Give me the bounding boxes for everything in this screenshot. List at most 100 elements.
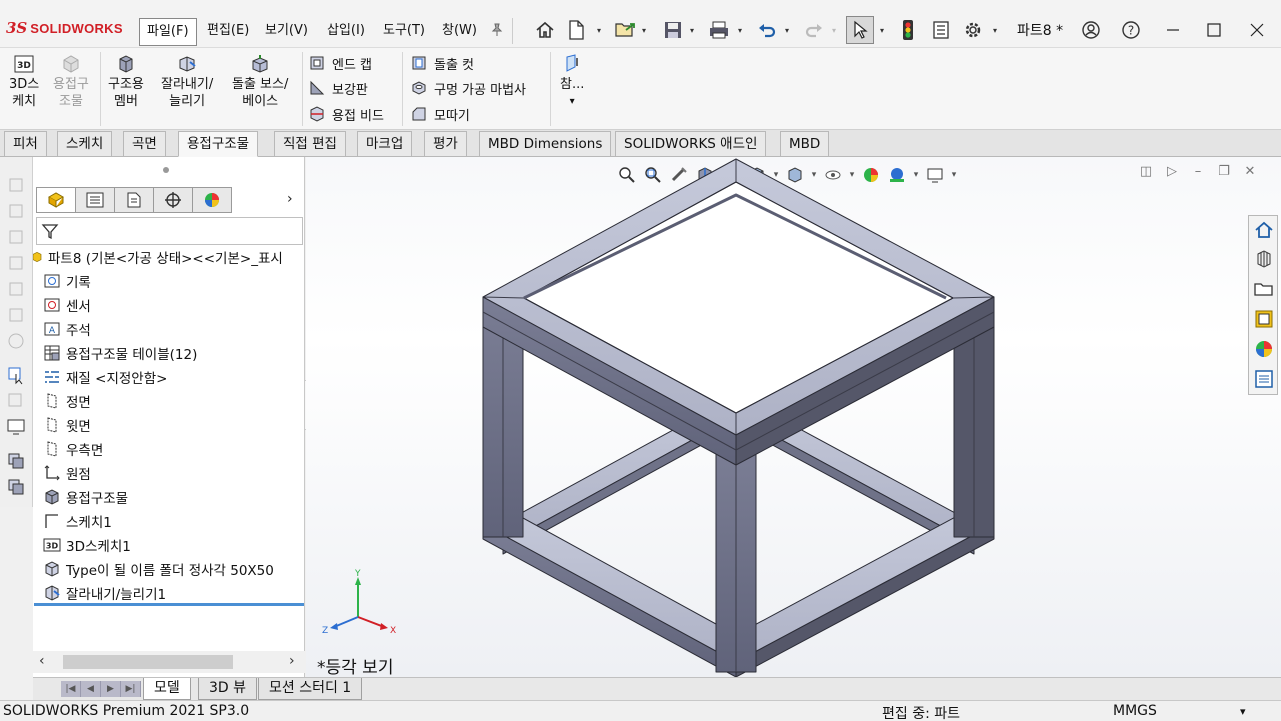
undo-icon[interactable]: [754, 16, 780, 44]
panel-grip[interactable]: [163, 167, 169, 173]
viewport-maximize-icon[interactable]: ❐: [1211, 164, 1237, 179]
edit-tool-icon[interactable]: [6, 391, 26, 411]
new-document-icon[interactable]: [563, 16, 589, 44]
tree-item[interactable]: 재질 <지정안함>: [43, 366, 167, 388]
rollback-bar[interactable]: [34, 603, 304, 606]
structural-member-button[interactable]: 구조용 멤버: [108, 54, 144, 110]
maximize-button[interactable]: [1199, 16, 1229, 44]
tab-solidworks-addins[interactable]: SOLIDWORKS 애드인: [615, 131, 767, 157]
viewport-restore-icon[interactable]: ◫: [1133, 164, 1159, 179]
tree-root-part[interactable]: 파트8 (기본<가공 상태><<기본>_표시: [33, 246, 283, 268]
copy-pattern-icon[interactable]: [6, 477, 26, 497]
last-tab-icon[interactable]: ▶|: [121, 681, 141, 697]
horizontal-scrollbar[interactable]: ‹ ›: [33, 651, 305, 673]
tree-item[interactable]: 3D 3D스케치1: [43, 534, 131, 556]
tree-item[interactable]: A 주석: [43, 318, 91, 340]
tree-item[interactable]: 용접구조물 테이블(12): [43, 342, 197, 364]
next-tab-icon[interactable]: ▶: [101, 681, 121, 697]
help-icon[interactable]: ?: [1118, 16, 1144, 44]
component-icon[interactable]: [6, 279, 26, 299]
options-icon[interactable]: [960, 16, 986, 44]
dimxpert-manager-tab[interactable]: [153, 187, 193, 213]
home-icon[interactable]: [532, 16, 558, 44]
chevron-up-icon[interactable]: ▾: [1240, 705, 1246, 718]
tab-model[interactable]: 모델: [143, 678, 191, 700]
chamfer-button[interactable]: 모따기: [410, 103, 470, 125]
tree-item[interactable]: Type이 될 이름 폴더 정사각 50X50: [43, 558, 274, 580]
tree-item[interactable]: 잘라내기/늘리기1: [43, 582, 166, 604]
tree-item[interactable]: 용접구조물: [43, 486, 128, 508]
property-manager-tab[interactable]: [75, 187, 115, 213]
custom-properties-icon[interactable]: [1253, 368, 1275, 390]
display-icon[interactable]: [6, 417, 26, 437]
chevron-down-icon[interactable]: ▾: [880, 26, 888, 35]
save-icon[interactable]: [660, 16, 686, 44]
tab-sketch[interactable]: 스케치: [57, 131, 113, 157]
chevron-down-icon[interactable]: ▾: [597, 26, 605, 35]
tab-motion-study[interactable]: 모션 스터디 1: [258, 678, 363, 700]
tab-3d-view[interactable]: 3D 뷰: [198, 678, 258, 700]
select-tool-icon[interactable]: [6, 365, 26, 385]
3d-sketch-button[interactable]: 3D 3D스 케치: [9, 54, 39, 110]
tab-mbd-dimensions[interactable]: MBD Dimensions: [479, 131, 612, 157]
tab-surfaces[interactable]: 곡면: [123, 131, 166, 157]
tab-direct-editing[interactable]: 직접 편집: [274, 131, 346, 157]
tree-item[interactable]: 스케치1: [43, 510, 112, 532]
unit-system[interactable]: MMGS: [1113, 703, 1157, 719]
minimize-button[interactable]: [1158, 16, 1188, 44]
chevron-down-icon[interactable]: ▾: [738, 26, 746, 35]
end-cap-button[interactable]: 엔드 캡: [308, 52, 372, 74]
chevron-down-icon[interactable]: ▾: [785, 26, 793, 35]
appearances-scenes-icon[interactable]: [1253, 338, 1275, 360]
rebuild-icon[interactable]: [895, 16, 921, 44]
tab-evaluate[interactable]: 평가: [424, 131, 467, 157]
gusset-button[interactable]: 보강판: [308, 77, 368, 99]
graphics-area[interactable]: ▾ ▾ ▾ ▾ ▾ ◫ ▷ – ❐ ✕ Y X Z *등각 보기: [306, 157, 1281, 677]
extruded-boss-button[interactable]: 돌출 보스/ 베이스: [232, 54, 288, 110]
view-palette-icon[interactable]: [1253, 308, 1275, 330]
tree-item[interactable]: 우측면: [43, 438, 103, 460]
menu-view[interactable]: 보기(V): [258, 18, 315, 46]
feature-manager-tab[interactable]: [36, 187, 76, 213]
design-library-icon[interactable]: [1253, 248, 1275, 270]
tree-item[interactable]: 원점: [43, 462, 91, 484]
viewport-next-icon[interactable]: ▷: [1159, 164, 1185, 179]
component-icon[interactable]: [6, 227, 26, 247]
chevron-right-icon[interactable]: ›: [287, 191, 293, 207]
viewport-close-icon[interactable]: ✕: [1237, 164, 1263, 179]
file-explorer-icon[interactable]: [1253, 278, 1275, 300]
menu-insert[interactable]: 삽입(I): [320, 18, 372, 46]
copy-icon[interactable]: [6, 175, 26, 195]
tab-weldments[interactable]: 용접구조물: [178, 131, 259, 157]
tree-item[interactable]: 정면: [43, 390, 91, 412]
tree-item[interactable]: 기록: [43, 270, 91, 292]
app-logo[interactable]: 3S SOLIDWORKS: [6, 18, 123, 38]
tab-mbd[interactable]: MBD: [780, 131, 830, 157]
tab-features[interactable]: 피처: [4, 131, 47, 157]
file-properties-icon[interactable]: [928, 16, 954, 44]
chevron-left-icon[interactable]: ‹: [39, 653, 45, 669]
component-icon[interactable]: [6, 305, 26, 325]
reference-geometry-button[interactable]: 참... ▾: [560, 54, 584, 110]
tree-item[interactable]: 센서: [43, 294, 91, 316]
display-manager-tab[interactable]: [192, 187, 232, 213]
menu-file[interactable]: 파일(F): [139, 18, 197, 46]
select-icon[interactable]: [846, 16, 874, 44]
print-icon[interactable]: [706, 16, 732, 44]
component-icon[interactable]: [6, 201, 26, 221]
previous-tab-icon[interactable]: ◀: [81, 681, 101, 697]
scrollbar-thumb[interactable]: [63, 655, 233, 669]
trim-extend-button[interactable]: 잘라내기/ 늘리기: [161, 54, 213, 110]
chevron-down-icon[interactable]: ▾: [690, 26, 698, 35]
copy-pattern-icon[interactable]: [6, 451, 26, 471]
chevron-right-icon[interactable]: ›: [289, 653, 295, 669]
chevron-down-icon[interactable]: ▾: [993, 26, 1001, 35]
weldment-cube-frame-model[interactable]: [466, 157, 1006, 677]
pin-icon[interactable]: [484, 16, 510, 44]
configuration-manager-tab[interactable]: [114, 187, 154, 213]
solidworks-resources-icon[interactable]: [1253, 219, 1275, 241]
close-button[interactable]: [1242, 16, 1272, 44]
chevron-down-icon[interactable]: ▾: [642, 26, 650, 35]
weld-bead-button[interactable]: 용접 비드: [308, 103, 384, 125]
viewport-minimize-icon[interactable]: –: [1185, 164, 1211, 179]
